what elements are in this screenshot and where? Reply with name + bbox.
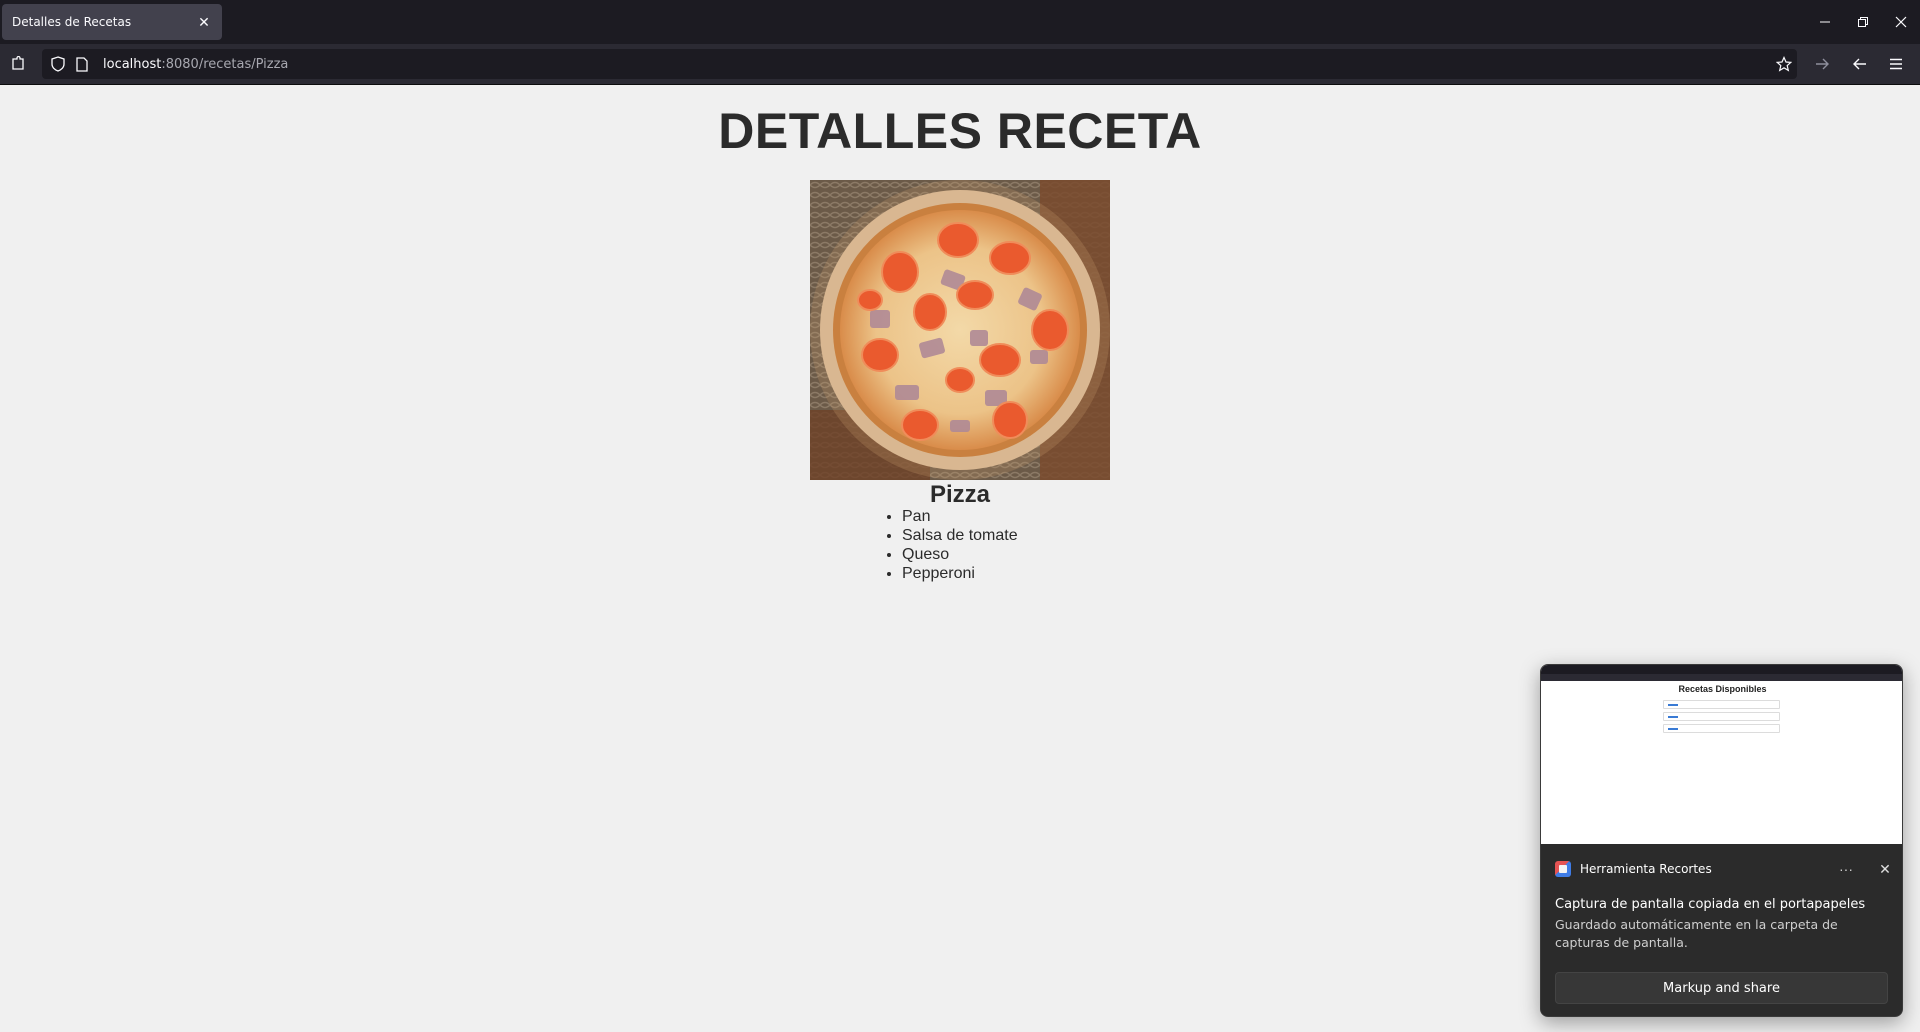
url-bar[interactable]: localhost:8080/recetas/Pizza bbox=[42, 49, 1797, 79]
page-icon bbox=[70, 52, 94, 76]
window-controls bbox=[1806, 0, 1920, 44]
app-name: Herramienta Recortes bbox=[1580, 862, 1712, 876]
url-host: localhost bbox=[103, 57, 162, 72]
recipe-name: Pizza bbox=[929, 481, 991, 508]
ingredient-list: Pan Salsa de tomate Queso Pepperoni bbox=[882, 507, 1018, 583]
browser-toolbar: localhost:8080/recetas/Pizza bbox=[0, 44, 1920, 85]
star-icon[interactable] bbox=[1772, 52, 1796, 76]
close-icon[interactable]: ✕ bbox=[1875, 861, 1895, 878]
browser-tab-bar: Detalles de Recetas ✕ bbox=[0, 0, 1920, 44]
preview-list-item bbox=[1663, 712, 1780, 721]
list-item: Salsa de tomate bbox=[902, 526, 1018, 545]
list-item: Pepperoni bbox=[902, 564, 1018, 583]
screenshot-preview[interactable]: Recetas Disponibles bbox=[1541, 665, 1902, 844]
browser-tab[interactable]: Detalles de Recetas ✕ bbox=[2, 4, 222, 40]
preview-list-item bbox=[1663, 700, 1780, 709]
more-options-icon[interactable]: ··· bbox=[1831, 861, 1861, 877]
preview-list-item bbox=[1663, 724, 1780, 733]
arrow-left-icon[interactable] bbox=[1848, 52, 1872, 76]
hamburger-icon[interactable] bbox=[1884, 52, 1908, 76]
list-item: Pan bbox=[902, 507, 1018, 526]
page-title: DETALLES RECETA bbox=[718, 103, 1202, 159]
tab-title: Detalles de Recetas bbox=[12, 15, 132, 29]
url-text[interactable]: localhost:8080/recetas/Pizza bbox=[103, 57, 288, 72]
shield-icon[interactable] bbox=[46, 52, 70, 76]
notification-heading: Captura de pantalla copiada en el portap… bbox=[1555, 897, 1866, 912]
preview-toolbar bbox=[1541, 674, 1902, 681]
arrow-right-icon[interactable] bbox=[1810, 52, 1834, 76]
url-path: :8080/recetas/Pizza bbox=[161, 57, 289, 72]
recipe-image bbox=[810, 180, 1110, 480]
minimize-icon[interactable] bbox=[1806, 0, 1844, 44]
preview-title: Recetas Disponibles bbox=[1678, 684, 1767, 694]
puzzle-icon[interactable] bbox=[6, 52, 30, 76]
list-item: Queso bbox=[902, 545, 1018, 564]
markup-and-share-button[interactable]: Markup and share bbox=[1555, 972, 1888, 1004]
notification-header: Herramienta Recortes ··· ✕ bbox=[1555, 857, 1895, 881]
restore-icon[interactable] bbox=[1844, 0, 1882, 44]
snipping-tool-notification[interactable]: Recetas Disponibles Herramienta Recortes… bbox=[1540, 664, 1903, 1017]
window-close-icon[interactable] bbox=[1882, 0, 1920, 44]
notification-body: Guardado automáticamente en la carpeta d… bbox=[1555, 917, 1838, 950]
snipping-tool-icon bbox=[1555, 861, 1571, 877]
close-icon[interactable]: ✕ bbox=[196, 14, 212, 31]
